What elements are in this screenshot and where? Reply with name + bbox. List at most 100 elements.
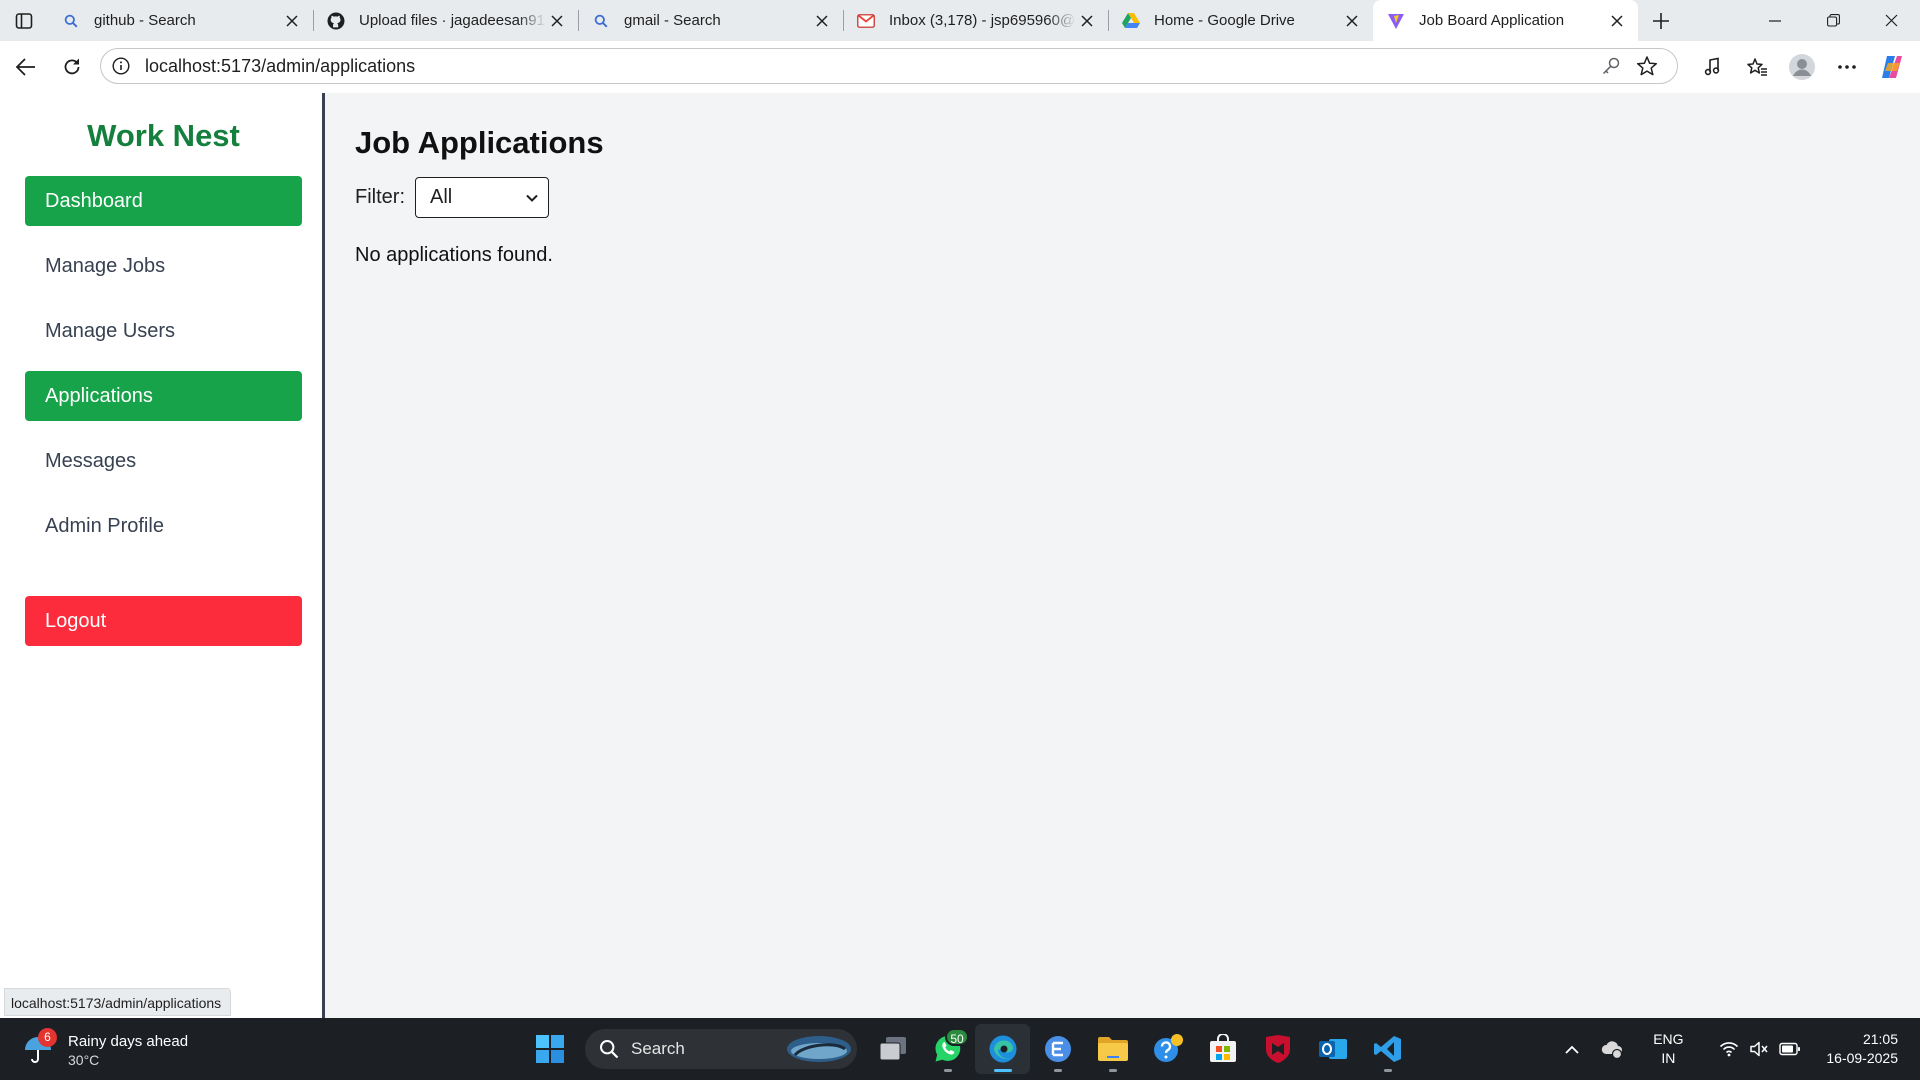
empty-state-message: No applications found. bbox=[355, 244, 553, 266]
taskbar-microsoft-store[interactable] bbox=[1195, 1024, 1250, 1074]
running-indicator bbox=[1053, 1069, 1062, 1072]
task-view-icon bbox=[879, 1037, 906, 1061]
search-icon bbox=[600, 1040, 619, 1059]
address-bar[interactable]: localhost:5173/admin/applications bbox=[100, 48, 1678, 84]
tab-title: Upload files · jagadeesan914 bbox=[359, 12, 546, 29]
profile-button[interactable] bbox=[1779, 45, 1824, 89]
onedrive-button[interactable] bbox=[1592, 1029, 1632, 1069]
url-text[interactable]: localhost:5173/admin/applications bbox=[145, 56, 1593, 77]
gmail-icon bbox=[857, 12, 875, 30]
start-button[interactable] bbox=[522, 1024, 577, 1074]
status-bar-url: localhost:5173/admin/applications bbox=[4, 988, 232, 1016]
help-icon bbox=[1153, 1034, 1183, 1062]
taskbar-app-e[interactable] bbox=[1030, 1024, 1085, 1074]
star-icon[interactable] bbox=[1629, 51, 1665, 81]
favorites-button[interactable] bbox=[1734, 45, 1779, 89]
chevron-up-icon bbox=[1565, 1045, 1580, 1054]
nav-manage-users[interactable]: Manage Users bbox=[25, 306, 302, 356]
taskbar-edge[interactable] bbox=[975, 1024, 1030, 1074]
password-key-icon[interactable] bbox=[1593, 51, 1629, 81]
task-view-button[interactable] bbox=[865, 1024, 920, 1074]
search-icon bbox=[62, 12, 80, 30]
close-icon[interactable] bbox=[1076, 10, 1098, 32]
active-indicator bbox=[993, 1069, 1012, 1072]
tab-title: Job Board Application bbox=[1419, 12, 1565, 29]
vscode-icon bbox=[1373, 1036, 1401, 1062]
taskbar-mcafee[interactable] bbox=[1250, 1024, 1305, 1074]
site-info-icon[interactable] bbox=[111, 56, 131, 76]
close-icon[interactable] bbox=[811, 10, 833, 32]
tab-bar-drag-area[interactable] bbox=[1684, 0, 1746, 41]
logout-button[interactable]: Logout bbox=[25, 596, 302, 646]
chevron-down-icon bbox=[526, 194, 538, 202]
mcafee-shield-icon bbox=[1265, 1035, 1290, 1063]
browser-tab-4[interactable]: Inbox (3,178) - jsp695960@gmail.com bbox=[843, 0, 1108, 41]
store-bag-icon bbox=[1209, 1034, 1236, 1062]
language-region: IN bbox=[1661, 1050, 1676, 1066]
filter-selected-value: All bbox=[430, 186, 453, 208]
taskbar-apps: Search 50 bbox=[522, 1018, 1415, 1080]
copilot-button[interactable] bbox=[1869, 45, 1914, 89]
page-title: Job Applications bbox=[355, 125, 604, 160]
close-icon[interactable] bbox=[1606, 10, 1628, 32]
filter-select[interactable]: All bbox=[415, 177, 549, 218]
drive-icon bbox=[1122, 12, 1140, 30]
running-indicator bbox=[1383, 1069, 1392, 1072]
close-icon[interactable] bbox=[546, 10, 568, 32]
tab-actions-button[interactable] bbox=[0, 0, 48, 41]
close-icon[interactable] bbox=[281, 10, 303, 32]
restore-button[interactable] bbox=[1804, 0, 1862, 41]
media-button[interactable] bbox=[1689, 45, 1734, 89]
browser-tab-bar: github - Search Upload files · jagadeesa… bbox=[0, 0, 1920, 41]
back-button[interactable] bbox=[4, 45, 48, 89]
search-icon bbox=[592, 12, 610, 30]
plus-icon bbox=[1653, 12, 1669, 29]
show-hidden-icons-button[interactable] bbox=[1552, 1029, 1592, 1069]
close-window-button[interactable] bbox=[1862, 0, 1920, 41]
browser-tab-active[interactable]: Job Board Application bbox=[1373, 0, 1638, 41]
taskbar-file-explorer[interactable] bbox=[1085, 1024, 1140, 1074]
speaker-muted-icon bbox=[1749, 1041, 1769, 1057]
browser-tab-1[interactable]: github - Search bbox=[48, 0, 313, 41]
outlook-icon bbox=[1318, 1039, 1347, 1059]
language-indicator[interactable]: ENG IN bbox=[1644, 1030, 1692, 1068]
nav-dashboard[interactable]: Dashboard bbox=[25, 176, 302, 226]
system-tray: ENG IN 21:05 16-09-2025 bbox=[1552, 1018, 1920, 1080]
weather-widget[interactable]: 6 Rainy days ahead 30°C bbox=[22, 1028, 188, 1070]
quick-settings-button[interactable] bbox=[1714, 1041, 1806, 1057]
browser-tab-3[interactable]: gmail - Search bbox=[578, 0, 843, 41]
browser-tab-2[interactable]: Upload files · jagadeesan914 bbox=[313, 0, 578, 41]
reload-icon bbox=[64, 58, 80, 75]
filter-label: Filter: bbox=[355, 186, 405, 208]
minimize-icon bbox=[1769, 19, 1781, 22]
sidebar-panel-icon bbox=[15, 12, 33, 29]
avatar-icon bbox=[1788, 54, 1815, 80]
close-icon[interactable] bbox=[1341, 10, 1363, 32]
tab-title: gmail - Search bbox=[624, 12, 721, 29]
nav-messages[interactable]: Messages bbox=[25, 436, 302, 486]
taskbar-whatsapp[interactable]: 50 bbox=[920, 1024, 975, 1074]
minimize-button[interactable] bbox=[1746, 0, 1804, 41]
new-tab-button[interactable] bbox=[1638, 0, 1684, 41]
battery-icon bbox=[1779, 1042, 1801, 1056]
nav-manage-jobs[interactable]: Manage Jobs bbox=[25, 241, 302, 291]
nav-applications[interactable]: Applications bbox=[25, 371, 302, 421]
more-horizontal-icon bbox=[1837, 65, 1856, 69]
taskbar-get-help[interactable] bbox=[1140, 1024, 1195, 1074]
browser-tab-5[interactable]: Home - Google Drive bbox=[1108, 0, 1373, 41]
clock-date: 16-09-2025 bbox=[1826, 1050, 1898, 1066]
taskbar-clock[interactable]: 21:05 16-09-2025 bbox=[1826, 1030, 1898, 1068]
windows-taskbar: 6 Rainy days ahead 30°C Search 50 ENG IN… bbox=[0, 1018, 1920, 1080]
nav-admin-profile[interactable]: Admin Profile bbox=[25, 501, 302, 551]
taskbar-search-placeholder: Search bbox=[631, 1039, 685, 1058]
reload-button[interactable] bbox=[50, 45, 94, 89]
more-button[interactable] bbox=[1824, 45, 1869, 89]
taskbar-search[interactable]: Search bbox=[585, 1029, 857, 1069]
brand-logo-text: Work Nest bbox=[87, 118, 240, 153]
taskbar-outlook[interactable] bbox=[1305, 1024, 1360, 1074]
taskbar-vscode[interactable] bbox=[1360, 1024, 1415, 1074]
vite-icon bbox=[1387, 12, 1405, 30]
wifi-icon bbox=[1719, 1041, 1739, 1057]
weather-temperature: 30°C bbox=[68, 1051, 100, 1068]
umbrella-rain-icon: 6 bbox=[22, 1028, 58, 1068]
